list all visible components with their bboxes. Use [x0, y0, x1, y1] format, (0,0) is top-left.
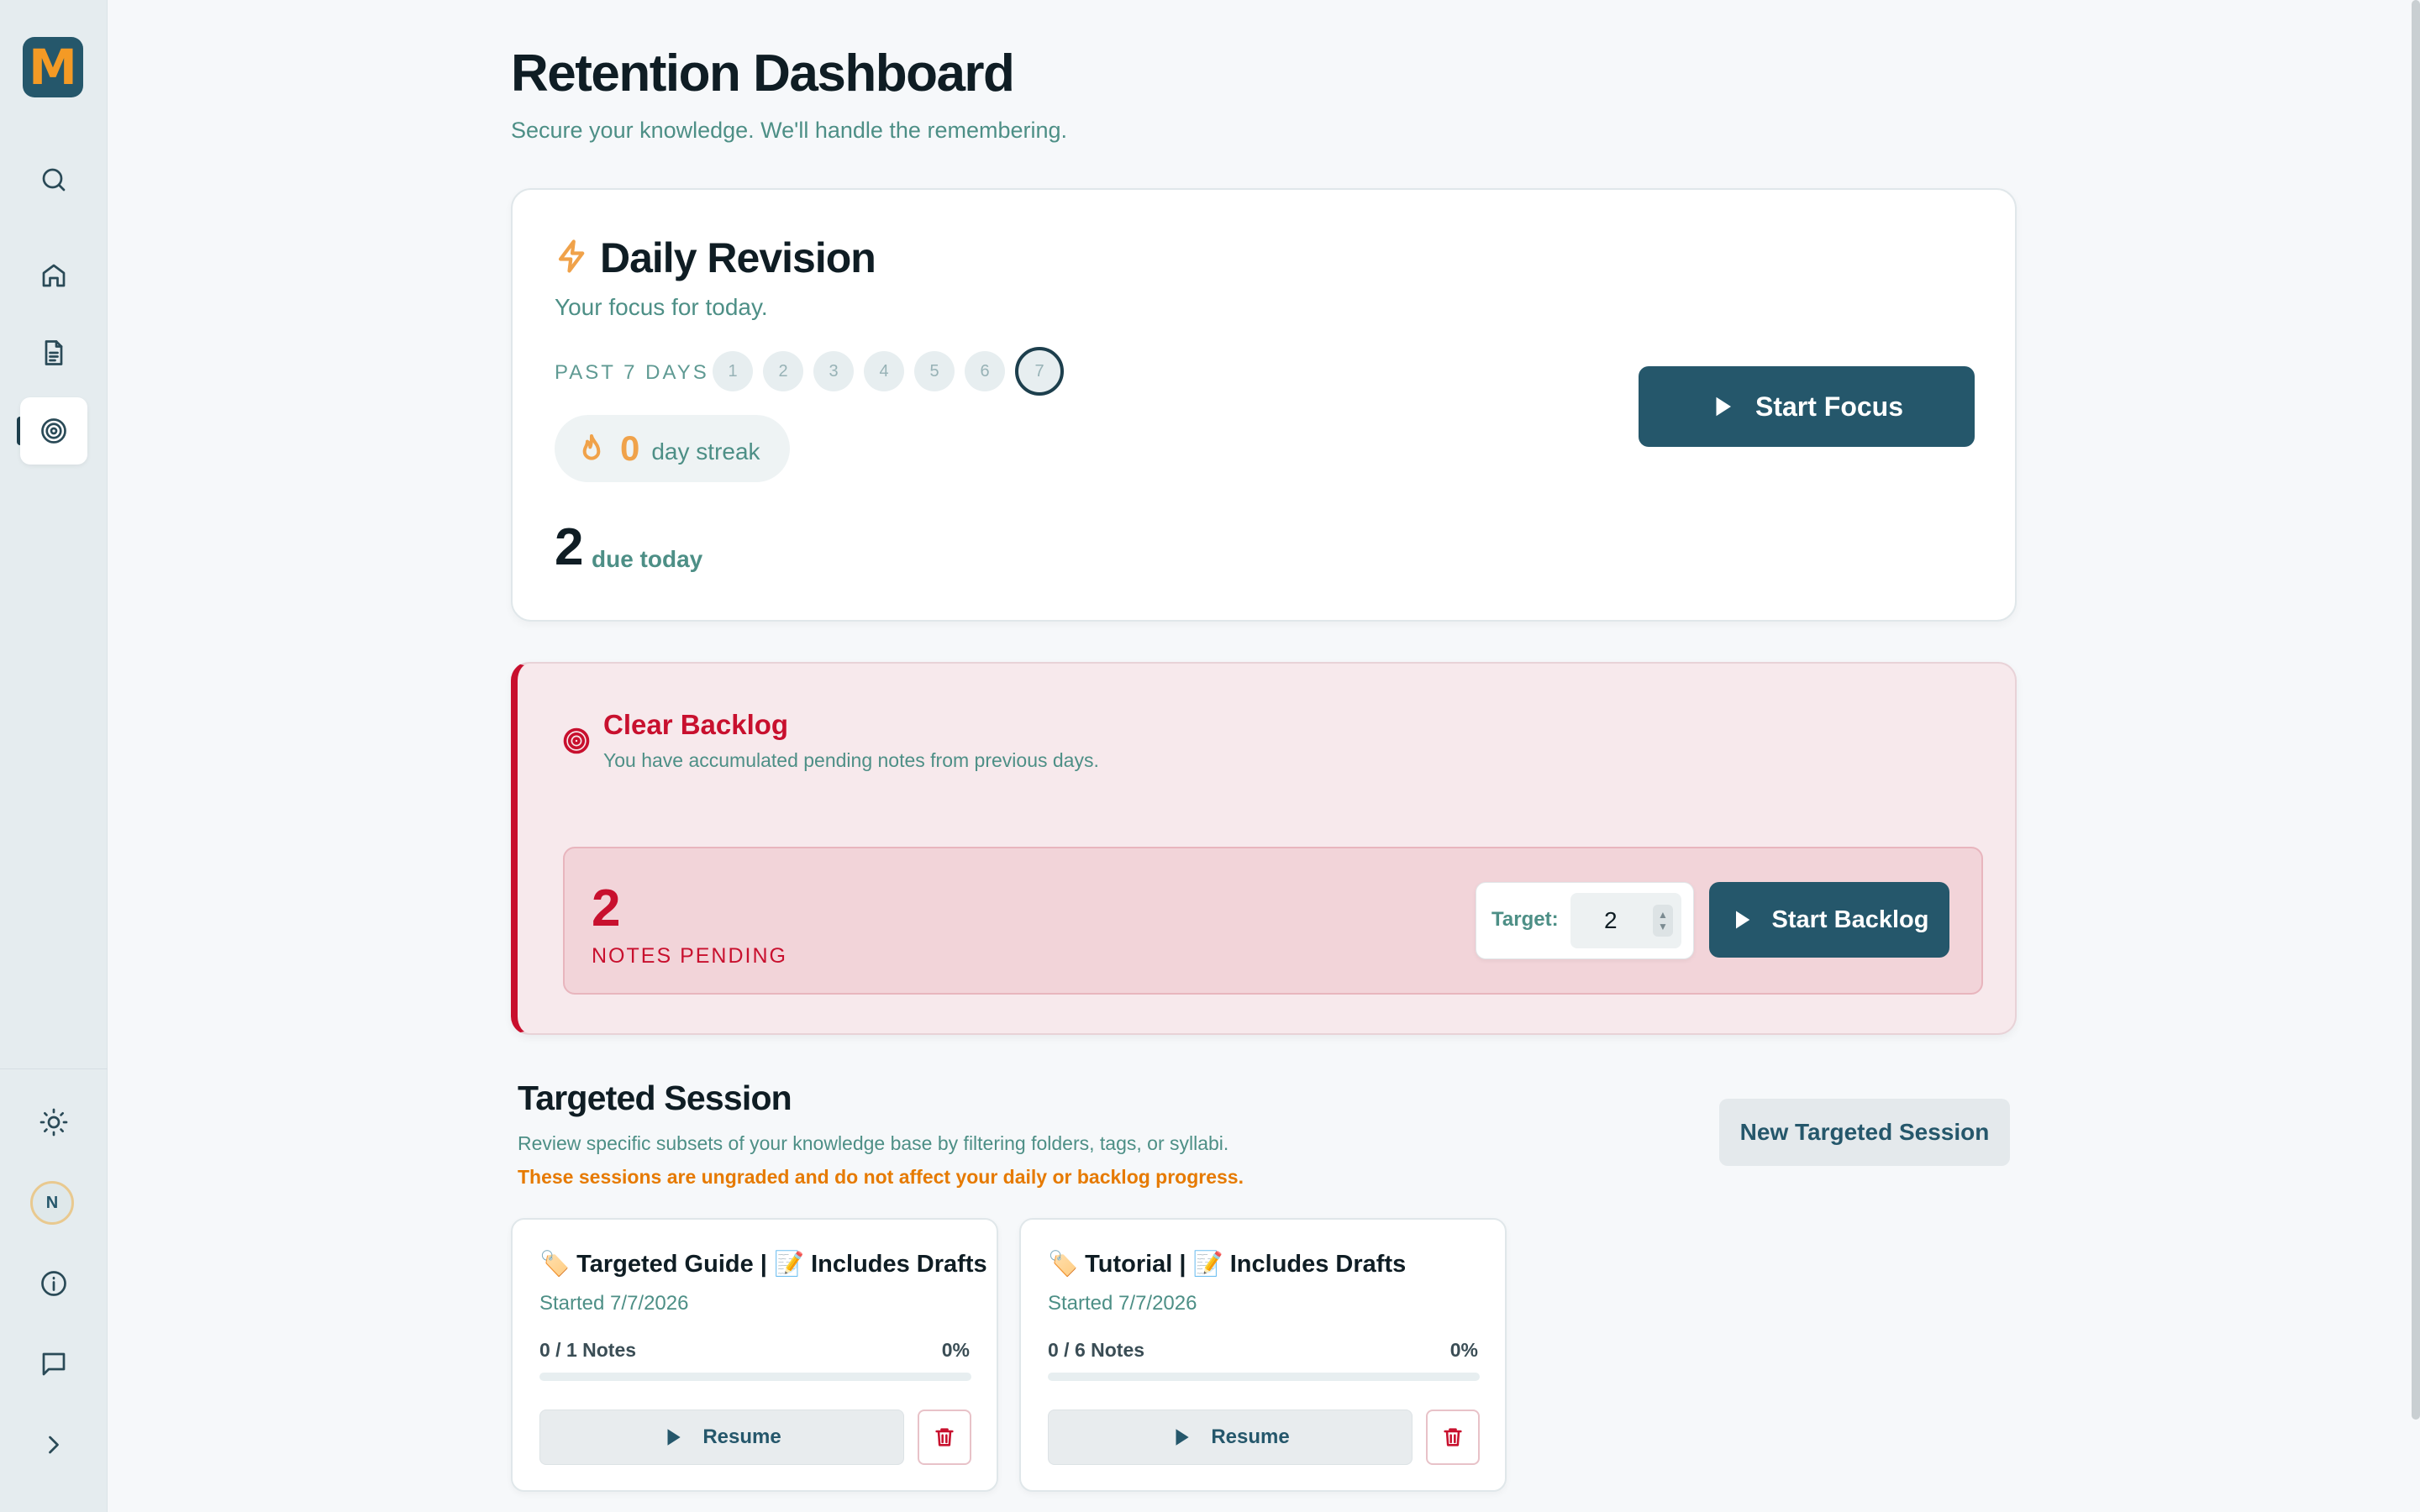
day-dot: 6 [965, 351, 1005, 391]
clear-backlog-card: Clear Backlog You have accumulated pendi… [511, 662, 2017, 1035]
streak-badge: 0 day streak [555, 415, 790, 482]
play-icon [1176, 1429, 1189, 1446]
info-button[interactable] [20, 1250, 87, 1317]
targeted-session-title: Targeted Session [518, 1079, 792, 1117]
session-started: Started 7/7/2026 [1048, 1292, 1197, 1315]
daily-revision-card: Daily Revision Your focus for today. PAS… [511, 188, 2017, 622]
avatar[interactable]: N [30, 1181, 74, 1225]
delete-session-button[interactable] [918, 1410, 971, 1465]
target-label: Target: [1491, 908, 1559, 931]
pending-count: 2 [592, 879, 621, 937]
target-input[interactable]: 2 ▲ ▼ [1570, 893, 1681, 948]
resume-button[interactable]: Resume [1048, 1410, 1413, 1465]
target-icon [561, 726, 592, 760]
due-count: 2 [555, 518, 584, 576]
past-days-label: PAST 7 DAYS [555, 361, 709, 384]
expand-sidebar-button[interactable] [20, 1411, 87, 1478]
session-percent: 0% [1449, 1339, 1478, 1361]
session-title: 🏷️ Targeted Guide | 📝 Includes Drafts [539, 1251, 987, 1278]
target-icon [41, 418, 66, 444]
avatar-initial: N [45, 1193, 59, 1212]
resume-button[interactable]: Resume [539, 1410, 904, 1465]
app-logo[interactable]: M [23, 37, 83, 97]
sidebar-item-home[interactable] [20, 242, 87, 309]
session-percent: 0% [941, 1339, 970, 1361]
day-dot-today: 7 [1015, 347, 1064, 396]
session-card: 🏷️ Tutorial | 📝 Includes Drafts Started … [1019, 1218, 1507, 1492]
past-days-tracker: 1 2 3 4 5 6 7 [713, 347, 1064, 396]
day-dot: 3 [813, 351, 854, 391]
flame-icon [582, 434, 601, 460]
new-targeted-session-button[interactable]: New Targeted Session [1719, 1099, 2010, 1166]
target-control: Target: 2 ▲ ▼ [1476, 882, 1694, 959]
resume-label: Resume [1211, 1425, 1290, 1448]
search-icon [42, 168, 66, 192]
session-progress-bar [539, 1373, 971, 1381]
start-backlog-button[interactable]: Start Backlog [1709, 882, 1949, 958]
target-stepper[interactable]: ▲ ▼ [1653, 905, 1673, 937]
session-notes-count: 0 / 6 Notes [1048, 1339, 1145, 1361]
day-dot: 5 [914, 351, 955, 391]
sidebar-item-search[interactable] [20, 146, 87, 213]
lightning-icon [555, 239, 590, 278]
day-dot: 4 [864, 351, 904, 391]
daily-revision-title: Daily Revision [600, 234, 876, 281]
delete-session-button[interactable] [1426, 1410, 1480, 1465]
document-icon [45, 340, 63, 365]
sidebar-divider [0, 1068, 108, 1069]
message-icon [42, 1352, 66, 1376]
start-backlog-label: Start Backlog [1771, 906, 1929, 933]
trash-icon [935, 1428, 954, 1446]
sidebar-item-retention[interactable] [20, 397, 87, 465]
resume-label: Resume [702, 1425, 781, 1448]
backlog-title: Clear Backlog [603, 709, 789, 740]
backlog-subtitle: You have accumulated pending notes from … [603, 749, 1099, 771]
trash-icon [1444, 1428, 1462, 1446]
targeted-session-subtitle: Review specific subsets of your knowledg… [518, 1132, 1229, 1154]
start-focus-label: Start Focus [1754, 391, 1904, 422]
session-card: 🏷️ Targeted Guide | 📝 Includes Drafts St… [511, 1218, 998, 1492]
page-subtitle: Secure your knowledge. We'll handle the … [511, 118, 1068, 143]
home-icon [42, 264, 66, 287]
info-icon [41, 1271, 66, 1296]
page-title: Retention Dashboard [511, 45, 1015, 102]
streak-label: day streak [651, 438, 760, 465]
due-label: due today [592, 546, 703, 572]
play-icon [1735, 911, 1749, 929]
session-title: 🏷️ Tutorial | 📝 Includes Drafts [1048, 1251, 1407, 1278]
start-focus-button[interactable]: Start Focus [1639, 366, 1975, 447]
session-progress-bar [1048, 1373, 1480, 1381]
targeted-session-warning: These sessions are ungraded and do not a… [518, 1166, 1244, 1188]
play-icon [1716, 396, 1731, 417]
day-dot: 2 [763, 351, 803, 391]
sidebar: M N [0, 0, 108, 1512]
daily-revision-subtitle: Your focus for today. [555, 294, 768, 320]
feedback-button[interactable] [20, 1331, 87, 1398]
backlog-panel: 2 NOTES PENDING Target: 2 ▲ ▼ Start Backl… [563, 847, 1983, 995]
theme-toggle[interactable] [20, 1089, 87, 1156]
chevron-right-icon [49, 1436, 59, 1454]
streak-count: 0 [620, 428, 640, 468]
sidebar-item-notes[interactable] [20, 319, 87, 386]
session-started: Started 7/7/2026 [539, 1292, 689, 1315]
sun-icon [39, 1108, 68, 1137]
day-dot: 1 [713, 351, 753, 391]
play-icon [667, 1429, 681, 1446]
page-scrollbar[interactable] [2412, 0, 2420, 1420]
pending-label: NOTES PENDING [592, 944, 787, 968]
target-value: 2 [1604, 907, 1618, 933]
session-notes-count: 0 / 1 Notes [539, 1339, 637, 1361]
